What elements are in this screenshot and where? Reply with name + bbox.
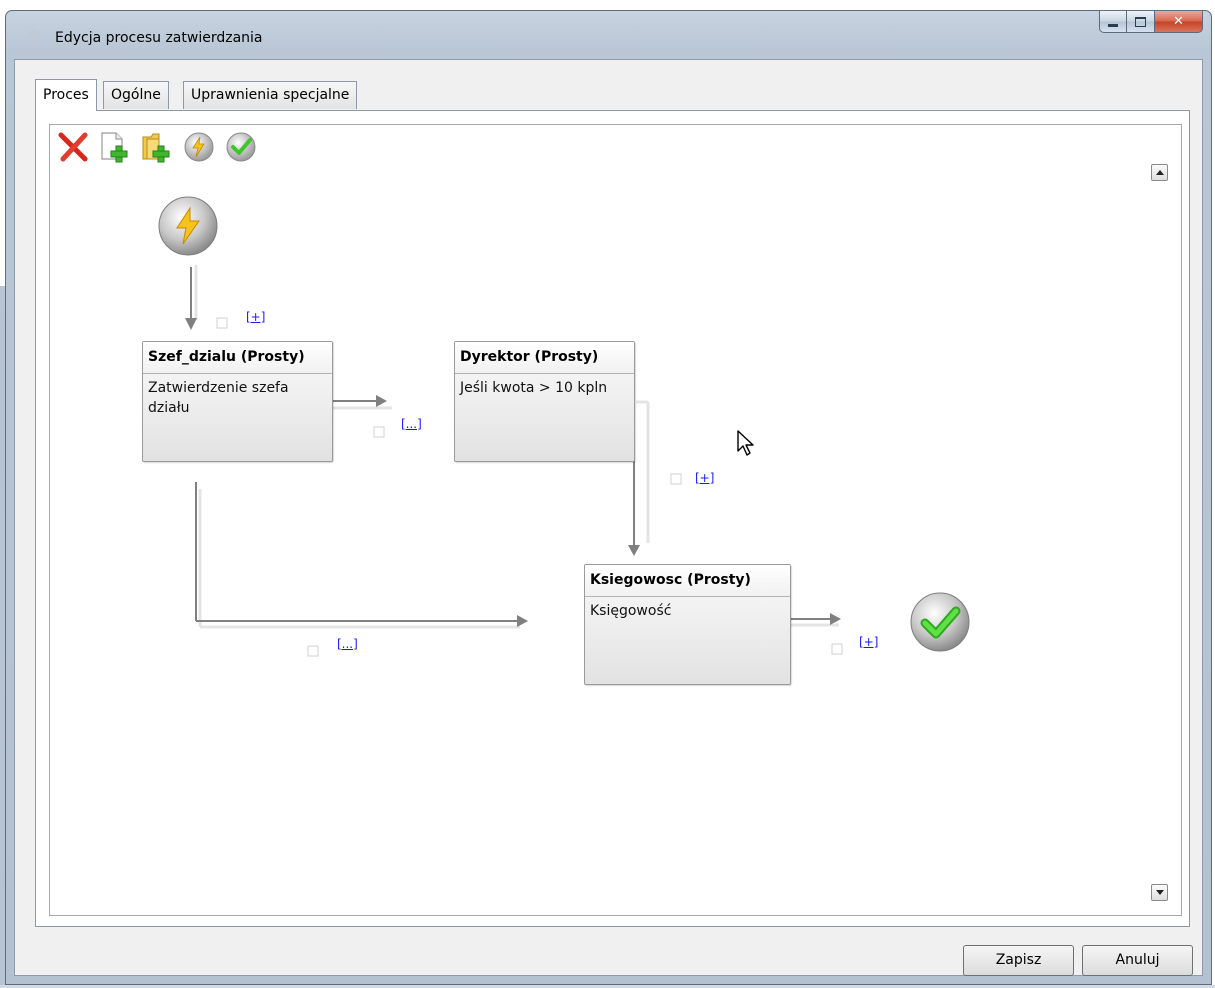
node-title: Ksiegowosc (Prosty) — [585, 565, 790, 597]
end-node-icon[interactable] — [908, 590, 972, 654]
tab-strip: Proces Ogólne Uprawnienia specjalne — [35, 79, 1190, 111]
save-button[interactable]: Zapisz — [963, 945, 1074, 976]
edge-link-szef-dyrektor[interactable]: [...] — [401, 417, 422, 431]
window-controls: ✕ — [1099, 11, 1203, 34]
edge-link-szef-ksiegowosc[interactable]: [...] — [337, 637, 358, 651]
process-node-szef[interactable]: Szef_dzialu (Prosty) Zatwierdzenie szefa… — [142, 341, 333, 462]
maximize-button[interactable] — [1127, 11, 1155, 33]
dialog-window: ● Edycja procesu zatwierdzania ✕ Proces … — [5, 10, 1212, 985]
tab-ogolne[interactable]: Ogólne — [103, 81, 169, 109]
node-title: Dyrektor (Prosty) — [455, 342, 634, 374]
mouse-cursor — [736, 429, 756, 461]
minimize-icon — [1108, 23, 1118, 27]
node-description: Księgowość — [590, 603, 672, 619]
edge-link-start-szef[interactable]: [+] — [246, 310, 265, 324]
tab-uprawnienia-specjalne[interactable]: Uprawnienia specjalne — [183, 81, 358, 109]
tab-proces[interactable]: Proces — [35, 79, 97, 111]
node-description: Jeśli kwota > 10 kpln — [460, 380, 608, 396]
app-icon: ● — [28, 27, 40, 42]
close-icon: ✕ — [1173, 14, 1184, 29]
node-title: Szef_dzialu (Prosty) — [143, 342, 332, 374]
title-bar[interactable]: ● Edycja procesu zatwierdzania ✕ — [6, 11, 1211, 59]
edge-link-dyrektor-ksiegowosc[interactable]: [+] — [695, 471, 714, 485]
tab-content-proces: Szef_dzialu (Prosty) Zatwierdzenie szefa… — [35, 110, 1190, 927]
process-canvas[interactable]: Szef_dzialu (Prosty) Zatwierdzenie szefa… — [49, 124, 1182, 916]
edge-link-ksiegowosc-end[interactable]: [+] — [859, 635, 878, 649]
dialog-client: Proces Ogólne Uprawnienia specjalne Szef… — [14, 59, 1203, 976]
start-node-icon[interactable] — [156, 194, 220, 258]
tab-control: Proces Ogólne Uprawnienia specjalne Szef… — [35, 79, 1190, 927]
node-description: Zatwierdzenie szefa działu — [148, 380, 289, 416]
minimize-button[interactable] — [1099, 11, 1127, 33]
process-node-ksiegowosc[interactable]: Ksiegowosc (Prosty) Księgowość — [584, 564, 791, 685]
cancel-button[interactable]: Anuluj — [1082, 945, 1193, 976]
close-button[interactable]: ✕ — [1155, 11, 1203, 33]
process-node-dyrektor[interactable]: Dyrektor (Prosty) Jeśli kwota > 10 kpln — [454, 341, 635, 462]
maximize-icon — [1135, 16, 1146, 27]
window-title: Edycja procesu zatwierdzania — [55, 30, 263, 46]
